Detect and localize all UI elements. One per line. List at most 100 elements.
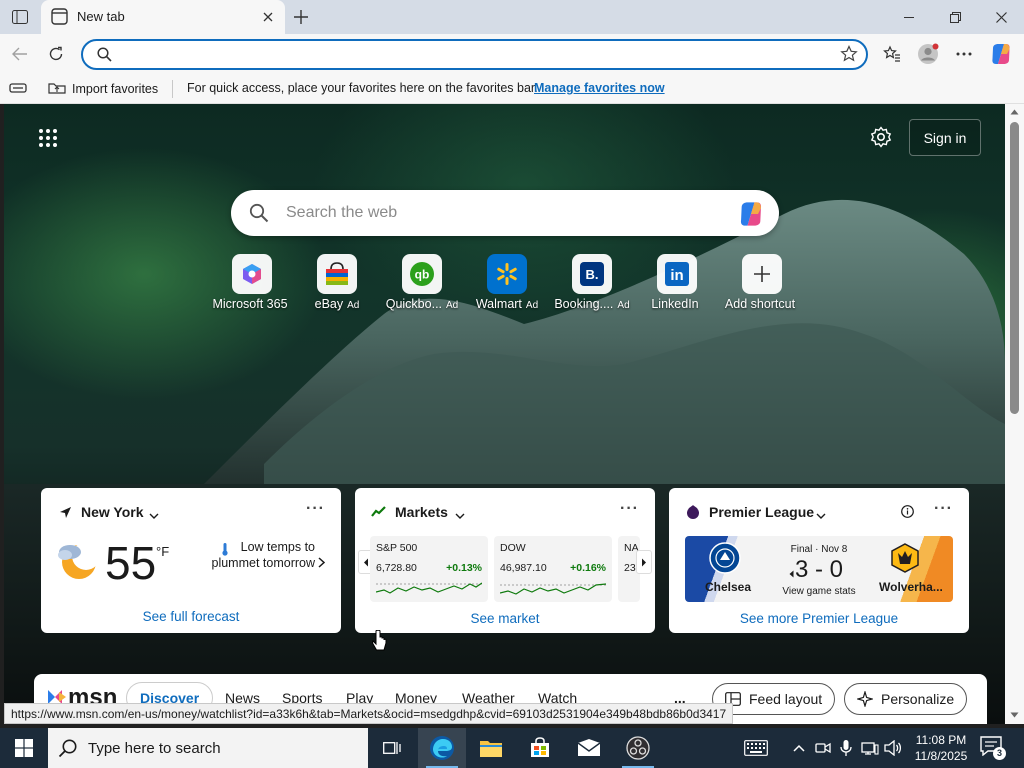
tab-title: New tab [77,9,125,24]
web-search-box[interactable]: Search the web [231,190,779,236]
markets-title[interactable]: Markets [395,504,448,520]
stock-change: +0.16% [570,562,606,574]
new-tab-button[interactable] [290,6,312,28]
more-options-icon[interactable]: ··· [620,500,639,518]
tab-actions-icon[interactable] [10,7,30,27]
microphone-icon[interactable] [836,738,856,758]
meet-now-icon[interactable] [813,738,833,758]
shortcut-ebay[interactable]: eBay Ad [294,254,380,314]
refresh-icon[interactable] [44,42,68,66]
address-input[interactable] [123,45,823,65]
walmart-icon [487,254,527,294]
premier-league-icon [685,504,701,523]
see-market-link[interactable]: See market [355,611,655,626]
shortcut-booking[interactable]: B. Booking.... Ad [549,254,635,314]
copilot-icon[interactable] [989,42,1013,66]
back-arrow-icon[interactable] [8,42,32,66]
stock-value: 6,728.80 [376,562,417,574]
close-tab-icon[interactable] [259,8,277,26]
ad-label: Ad [446,300,459,311]
away-team-name: Wolverha... [879,580,943,594]
markets-trend-icon [371,506,387,521]
shortcut-add[interactable]: Add shortcut [719,254,805,314]
shortcut-label: Walmart [475,297,522,311]
weather-location[interactable]: New York [81,504,144,520]
obs-studio-icon[interactable] [614,728,662,768]
ebay-icon [317,254,357,294]
taskbar-clock[interactable]: 11:08 PM 11/8/2025 [905,732,977,764]
edge-taskbar-icon[interactable] [418,728,466,768]
more-options-icon[interactable]: ··· [306,500,325,518]
apps-launcher-icon[interactable] [38,128,58,148]
close-window-icon[interactable] [978,0,1024,34]
stock-name: DOW [500,542,526,554]
chevron-right-icon[interactable] [318,556,326,571]
shortcut-linkedin[interactable]: in LinkedIn [634,254,720,314]
shortcut-tiles: Microsoft 365 eBay Ad qb Quickbo... Ad Wal… [209,254,809,314]
scroll-down-icon[interactable] [1010,712,1019,718]
shortcut-quickbooks[interactable]: qb Quickbo... Ad [379,254,465,314]
booking-icon: B. [572,254,612,294]
taskbar-search-placeholder: Type here to search [88,740,221,757]
profile-avatar-icon[interactable] [916,42,940,66]
info-icon[interactable] [901,505,914,521]
svg-text:qb: qb [415,268,430,282]
shortcut-walmart[interactable]: Walmart Ad [464,254,550,314]
notification-center-icon[interactable]: 3 [980,736,1006,760]
match-status: Final · Nov 8 [790,544,848,555]
chevron-down-icon[interactable] [816,507,826,522]
chevron-down-icon[interactable] [455,507,465,522]
temperature-unit: °F [156,544,170,559]
settings-and-more-icon[interactable] [952,42,976,66]
volume-icon[interactable] [883,738,903,758]
ad-label: Ad [347,300,360,311]
markets-card[interactable]: Markets ··· S&P 500 6,728.80 +0.13% DOW … [355,488,655,633]
sports-title[interactable]: Premier League [709,504,814,520]
search-copilot-icon[interactable] [737,200,765,228]
minimize-icon[interactable] [886,0,932,34]
network-icon[interactable] [860,738,880,758]
page-settings-gear-icon[interactable] [870,126,892,148]
more-options-icon[interactable]: ··· [934,500,953,518]
keyboard-layout-icon[interactable] [744,738,768,758]
shortcut-microsoft-365[interactable]: Microsoft 365 [209,254,295,314]
see-full-forecast-link[interactable]: See full forecast [41,609,341,624]
scroll-up-icon[interactable] [1010,109,1019,115]
favorites-icon[interactable] [880,42,904,66]
scrollbar-thumb[interactable] [1010,122,1019,414]
match-score-tile[interactable]: Final · Nov 8 3 - 0 View game stats Chel… [685,536,953,602]
weather-alert[interactable]: Low temps to plummet tomorrow [203,539,316,571]
tab-new-tab[interactable]: New tab [41,0,285,34]
windows-start-icon[interactable] [0,728,48,768]
sports-card[interactable]: Premier League ··· Final · Nov 8 3 - 0 V… [669,488,969,633]
new-tab-favicon-icon [51,8,68,25]
sign-in-button[interactable]: Sign in [909,119,981,156]
add-favorite-star-icon[interactable] [840,45,858,66]
mail-icon[interactable] [565,728,613,768]
stock-tile-sp500[interactable]: S&P 500 6,728.80 +0.13% [370,536,488,602]
task-view-icon[interactable] [368,728,416,768]
import-favorites-button[interactable]: Import favorites [48,80,158,98]
taskbar-search-box[interactable]: Type here to search [48,728,368,768]
weather-card[interactable]: New York ··· 55 °F Low temps to plummet … [41,488,341,633]
shortcut-label: eBay [314,297,344,311]
page-scrollbar[interactable] [1005,104,1024,724]
favorites-bar-toggle-icon[interactable] [9,81,27,98]
restore-icon[interactable] [932,0,978,34]
microsoft-store-icon[interactable] [516,728,564,768]
markets-next-button[interactable] [636,550,652,574]
web-search-icon [249,203,269,226]
stock-tile-dow[interactable]: DOW 46,987.10 +0.16% [494,536,612,602]
chevron-down-icon[interactable] [149,507,159,522]
stock-change: +0.13% [446,562,482,574]
windows-taskbar: Type here to search 11:08 PM 11/8/2025 3 [0,728,1024,768]
file-explorer-icon[interactable] [467,728,515,768]
search-icon [97,47,112,65]
address-bar[interactable] [81,39,868,70]
show-hidden-icons-chevron-up-icon[interactable] [789,738,809,758]
see-more-premier-league-link[interactable]: See more Premier League [669,611,969,626]
partly-cloudy-night-icon [55,538,101,587]
personalize-button[interactable]: Personalize [844,683,968,715]
manage-favorites-link[interactable]: Manage favorites now [534,81,665,95]
quickbooks-icon: qb [402,254,442,294]
